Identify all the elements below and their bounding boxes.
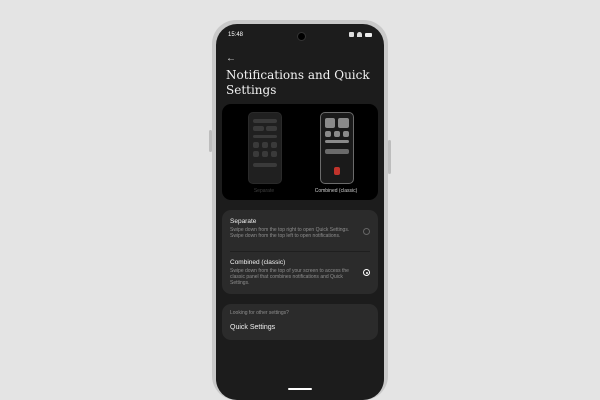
option-description: Swipe down from the top right to open Qu…	[230, 227, 350, 239]
option-separate[interactable]: Separate Swipe down from the top right t…	[230, 218, 360, 239]
preview-tile	[343, 131, 349, 137]
quick-settings-link[interactable]: Quick Settings	[230, 324, 275, 331]
status-time: 15:48	[228, 32, 244, 38]
preview-tile	[271, 142, 277, 148]
other-settings-hint: Looking for other settings?	[230, 310, 289, 316]
separate-preview-label: Separate	[253, 188, 275, 194]
preview-tile	[262, 151, 268, 157]
radio-combined[interactable]	[363, 269, 370, 276]
preview-tile	[271, 151, 277, 157]
vibrate-icon	[349, 32, 354, 37]
preview-tile	[334, 131, 340, 137]
preview-tile	[253, 135, 277, 138]
battery-icon	[365, 32, 372, 37]
separate-preview-phone[interactable]	[248, 112, 282, 184]
page-title: Notifications and Quick Settings	[226, 68, 370, 97]
divider	[230, 251, 370, 252]
preview-tile	[253, 163, 277, 167]
preview-tile	[262, 142, 268, 148]
preview-tile	[325, 118, 335, 128]
preview-tile	[325, 140, 349, 143]
preview-tile	[325, 149, 349, 154]
camera-cutout	[297, 32, 306, 41]
radio-separate[interactable]	[363, 228, 370, 235]
phone-frame: 15:48 ← Notifications and Quick Settings	[209, 20, 391, 400]
option-combined[interactable]: Combined (classic) Swipe down from the t…	[230, 259, 360, 286]
other-settings-card: Looking for other settings? Quick Settin…	[222, 304, 378, 340]
wifi-icon	[357, 32, 362, 37]
preview-tile	[253, 119, 277, 123]
preview-tile	[338, 118, 349, 128]
status-icons	[349, 32, 372, 37]
phone-screen: 15:48 ← Notifications and Quick Settings	[216, 24, 384, 400]
layout-preview: Separate Combined (classic)	[222, 104, 378, 200]
back-arrow-icon[interactable]: ←	[226, 54, 236, 64]
option-description: Swipe down from the top of your screen t…	[230, 268, 349, 286]
preview-tile	[325, 131, 331, 137]
home-indicator[interactable]	[288, 388, 312, 390]
combined-preview-phone[interactable]	[320, 112, 354, 184]
volume-button	[388, 140, 391, 174]
notification-badge	[334, 167, 340, 175]
preview-tile	[253, 142, 259, 148]
preview-tile	[253, 151, 259, 157]
combined-preview-label: Combined (classic)	[314, 188, 358, 194]
options-card: Separate Swipe down from the top right t…	[222, 210, 378, 294]
option-title: Separate	[230, 218, 257, 225]
power-button	[209, 130, 212, 152]
option-title: Combined (classic)	[230, 259, 286, 266]
preview-tile	[253, 126, 264, 131]
status-bar: 15:48	[216, 32, 384, 42]
preview-tile	[266, 126, 277, 131]
